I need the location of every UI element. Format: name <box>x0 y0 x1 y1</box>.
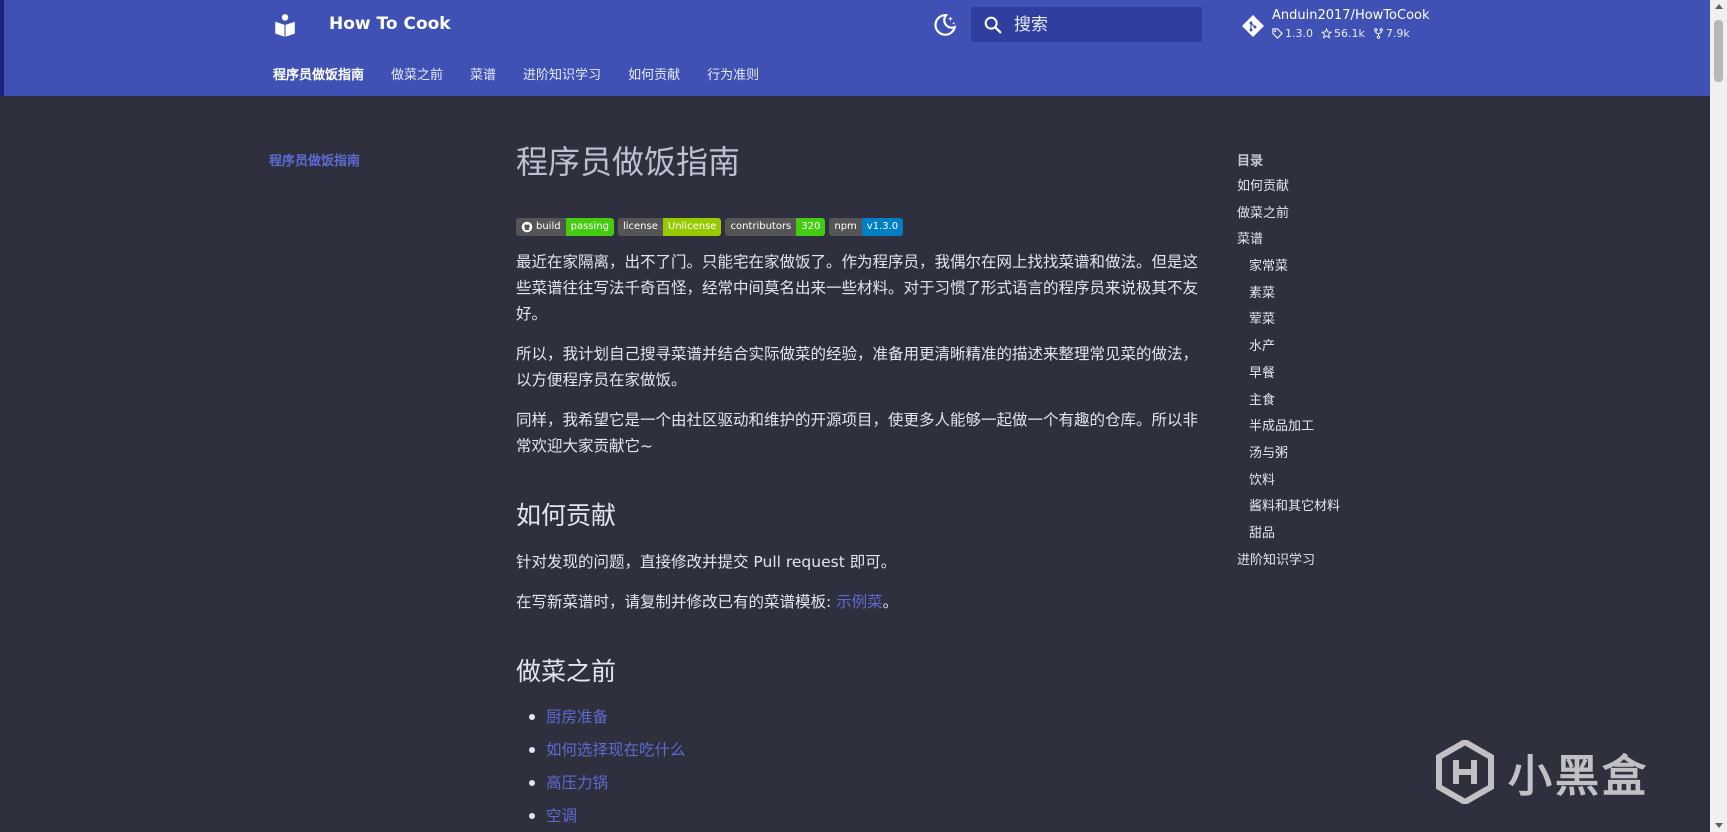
toc-title: 目录 <box>1237 154 1264 169</box>
watermark-logo-icon <box>1436 740 1494 804</box>
repo-forks-value: 7.9k <box>1385 27 1410 40</box>
heading-contribute: 如何贡献 <box>516 501 617 531</box>
example-recipe-link[interactable]: 示例菜 <box>836 593 883 611</box>
site-title[interactable]: How To Cook <box>329 14 451 34</box>
search-input[interactable] <box>1014 14 1194 35</box>
scrollbar[interactable] <box>1710 0 1727 832</box>
toc-item-before-cooking[interactable]: 做菜之前 <box>1237 206 1437 222</box>
fork-icon <box>1373 28 1383 39</box>
toc-item-staple[interactable]: 主食 <box>1237 393 1437 409</box>
list-item: 厨房准备 <box>516 707 1202 727</box>
scroll-thumb[interactable] <box>1714 20 1723 82</box>
repo-version: 1.3.0 <box>1272 27 1313 40</box>
list-item: 如何选择现在吃什么 <box>516 740 1202 760</box>
link-kitchen-prep[interactable]: 厨房准备 <box>546 708 608 726</box>
badge-npm-value: v1.3.0 <box>861 218 904 237</box>
contribute-paragraph-2-text: 在写新菜谱时，请复制并修改已有的菜谱模板: <box>516 592 837 611</box>
badge-build-value: passing <box>565 218 614 237</box>
search-icon <box>984 16 1002 33</box>
toc-item-contribute[interactable]: 如何贡献 <box>1237 179 1437 195</box>
scroll-down-arrow-icon[interactable] <box>1714 823 1723 828</box>
tab-guide[interactable]: 程序员做饭指南 <box>273 64 364 83</box>
toc-item-recipes[interactable]: 菜谱 <box>1237 232 1437 248</box>
page-title: 程序员做饭指南 <box>516 143 741 181</box>
toc-item-meat[interactable]: 荤菜 <box>1237 312 1437 328</box>
toc-item-advanced[interactable]: 进阶知识学习 <box>1237 553 1437 569</box>
toc-item-seafood[interactable]: 水产 <box>1237 339 1437 355</box>
git-icon <box>1242 15 1264 37</box>
intro-paragraph-1: 最近在家隔离，出不了门。只能宅在家做饭了。作为程序员，我偶尔在网上找找菜谱和做法… <box>516 253 1199 324</box>
toc-item-breakfast[interactable]: 早餐 <box>1237 366 1437 382</box>
tab-before-cooking[interactable]: 做菜之前 <box>391 64 443 83</box>
nav-tabs: 程序员做饭指南 做菜之前 菜谱 进阶知识学习 如何贡献 行为准则 <box>273 64 786 83</box>
toc-item-vegetarian[interactable]: 素菜 <box>1237 286 1437 302</box>
main-content: 程序员做饭指南 build passing license Unlicense … <box>516 143 1202 832</box>
tab-advanced[interactable]: 进阶知识学习 <box>523 64 601 83</box>
badge-contributors-value: 320 <box>796 218 826 237</box>
site-header: How To Cook Anduin2017/HowToCook <box>0 0 1710 96</box>
badge-npm[interactable]: npm v1.3.0 <box>829 218 904 237</box>
badge-contributors-label: contributors <box>725 218 797 237</box>
link-pressure-cooker[interactable]: 高压力锅 <box>546 774 608 792</box>
badge-build-left: build <box>516 218 566 237</box>
book-logo-icon[interactable] <box>272 12 298 38</box>
repo-version-value: 1.3.0 <box>1285 27 1313 40</box>
tab-code-of-conduct[interactable]: 行为准则 <box>707 64 759 83</box>
contribute-paragraph-1: 针对发现的问题，直接修改并提交 Pull request 即可。 <box>516 552 897 571</box>
repo-forks: 7.9k <box>1373 27 1410 40</box>
badge-build-label: build <box>536 221 561 233</box>
tab-contribute[interactable]: 如何贡献 <box>628 64 680 83</box>
repo-stars-value: 56.1k <box>1334 27 1365 40</box>
search-box[interactable] <box>971 7 1202 42</box>
toc-item-home-dishes[interactable]: 家常菜 <box>1237 259 1437 275</box>
badge-license-label: license <box>617 218 663 237</box>
list-item: 空调 <box>516 806 1202 826</box>
star-icon <box>1321 28 1332 39</box>
repo-stars: 56.1k <box>1321 27 1365 40</box>
badges: build passing license Unlicense contribu… <box>516 218 1202 237</box>
badge-contributors[interactable]: contributors 320 <box>725 218 826 237</box>
toc-item-soup[interactable]: 汤与粥 <box>1237 446 1437 462</box>
tab-recipes[interactable]: 菜谱 <box>470 64 496 83</box>
toc-item-desserts[interactable]: 甜品 <box>1237 526 1437 542</box>
github-icon <box>521 222 533 233</box>
repo-facts: 1.3.0 56.1k 7.9k <box>1272 27 1410 40</box>
table-of-contents: 目录 如何贡献 做菜之前 菜谱 家常菜 素菜 荤菜 水产 早餐 主食 半成品加工… <box>1237 150 1437 579</box>
toc-item-semi-finished[interactable]: 半成品加工 <box>1237 419 1437 435</box>
repo-name: Anduin2017/HowToCook <box>1272 8 1430 23</box>
dark-mode-toggle-icon[interactable] <box>932 12 958 38</box>
list-item: 高压力锅 <box>516 773 1202 793</box>
scroll-up-arrow-icon[interactable] <box>1714 4 1723 9</box>
before-cooking-list: 厨房准备 如何选择现在吃什么 高压力锅 空调 <box>516 707 1202 826</box>
contribute-paragraph-2-end: 。 <box>882 592 899 611</box>
watermark-text: 小黑盒 <box>1508 751 1649 802</box>
heading-before-cooking: 做菜之前 <box>516 656 617 686</box>
tag-icon <box>1272 28 1283 39</box>
badge-license-value: Unlicense <box>662 218 722 237</box>
page: How To Cook Anduin2017/HowToCook <box>0 0 1710 832</box>
badge-npm-label: npm <box>829 218 862 237</box>
badge-license[interactable]: license Unlicense <box>617 218 722 237</box>
badge-build[interactable]: build passing <box>516 218 614 237</box>
watermark: 小黑盒 <box>1436 740 1649 804</box>
contribute-paragraph-2: 在写新菜谱时，请复制并修改已有的菜谱模板: 示例菜。 <box>516 589 1202 615</box>
link-air-conditioner[interactable]: 空调 <box>546 807 577 825</box>
left-nav-item-guide[interactable]: 程序员做饭指南 <box>269 150 360 169</box>
toc-item-drinks[interactable]: 饮料 <box>1237 473 1437 489</box>
intro-paragraph-2: 所以，我计划自己搜寻菜谱并结合实际做菜的经验，准备用更清晰精准的描述来整理常见菜… <box>516 345 1199 390</box>
link-choose-what-to-eat[interactable]: 如何选择现在吃什么 <box>546 741 686 759</box>
toc-item-sauces[interactable]: 酱料和其它材料 <box>1237 499 1437 515</box>
intro-paragraph-3: 同样，我希望它是一个由社区驱动和维护的开源项目，使更多人能够一起做一个有趣的仓库… <box>516 411 1199 456</box>
